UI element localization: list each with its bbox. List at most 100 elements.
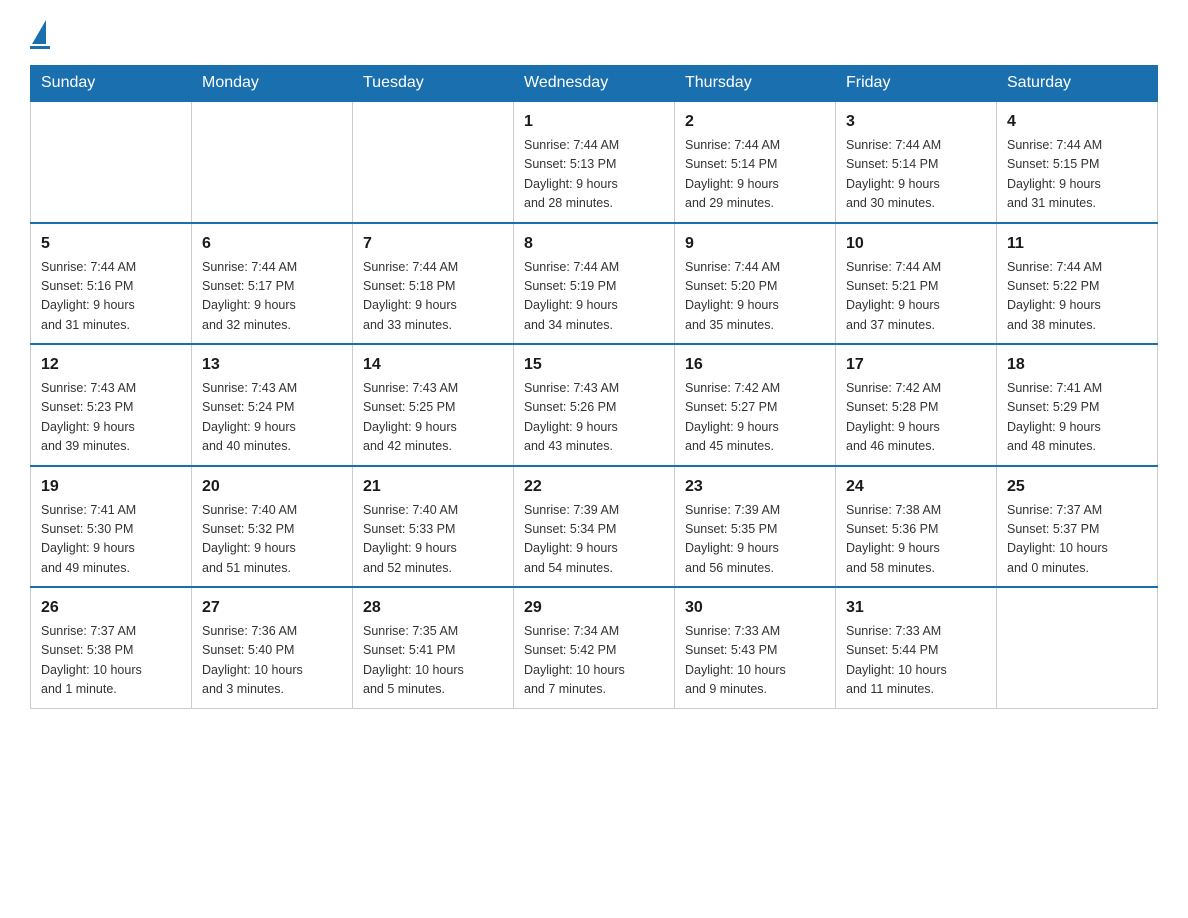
header-monday: Monday [192,66,353,102]
logo-text [30,20,50,44]
day-info: Sunrise: 7:44 AM Sunset: 5:15 PM Dayligh… [1007,136,1147,214]
day-info: Sunrise: 7:44 AM Sunset: 5:22 PM Dayligh… [1007,258,1147,336]
calendar-cell: 7Sunrise: 7:44 AM Sunset: 5:18 PM Daylig… [353,223,514,345]
day-info: Sunrise: 7:38 AM Sunset: 5:36 PM Dayligh… [846,501,986,579]
day-number: 10 [846,232,986,256]
day-info: Sunrise: 7:35 AM Sunset: 5:41 PM Dayligh… [363,622,503,700]
day-number: 7 [363,232,503,256]
calendar-cell: 18Sunrise: 7:41 AM Sunset: 5:29 PM Dayli… [997,344,1158,466]
calendar-cell: 13Sunrise: 7:43 AM Sunset: 5:24 PM Dayli… [192,344,353,466]
calendar-cell: 19Sunrise: 7:41 AM Sunset: 5:30 PM Dayli… [31,466,192,588]
logo-underline [30,46,50,49]
day-number: 9 [685,232,825,256]
day-number: 24 [846,475,986,499]
day-info: Sunrise: 7:44 AM Sunset: 5:14 PM Dayligh… [685,136,825,214]
calendar-cell: 11Sunrise: 7:44 AM Sunset: 5:22 PM Dayli… [997,223,1158,345]
day-number: 16 [685,353,825,377]
calendar-cell [353,101,514,223]
day-number: 1 [524,110,664,134]
header-saturday: Saturday [997,66,1158,102]
day-info: Sunrise: 7:33 AM Sunset: 5:43 PM Dayligh… [685,622,825,700]
calendar-cell: 22Sunrise: 7:39 AM Sunset: 5:34 PM Dayli… [514,466,675,588]
day-number: 28 [363,596,503,620]
weekday-header-row: Sunday Monday Tuesday Wednesday Thursday… [31,66,1158,102]
day-info: Sunrise: 7:44 AM Sunset: 5:20 PM Dayligh… [685,258,825,336]
day-number: 27 [202,596,342,620]
day-info: Sunrise: 7:44 AM Sunset: 5:16 PM Dayligh… [41,258,181,336]
day-number: 4 [1007,110,1147,134]
header-sunday: Sunday [31,66,192,102]
calendar-cell: 17Sunrise: 7:42 AM Sunset: 5:28 PM Dayli… [836,344,997,466]
calendar-cell: 23Sunrise: 7:39 AM Sunset: 5:35 PM Dayli… [675,466,836,588]
logo-triangle-icon [32,20,46,44]
day-info: Sunrise: 7:41 AM Sunset: 5:30 PM Dayligh… [41,501,181,579]
calendar-cell: 1Sunrise: 7:44 AM Sunset: 5:13 PM Daylig… [514,101,675,223]
day-info: Sunrise: 7:37 AM Sunset: 5:38 PM Dayligh… [41,622,181,700]
day-number: 3 [846,110,986,134]
day-number: 26 [41,596,181,620]
day-info: Sunrise: 7:37 AM Sunset: 5:37 PM Dayligh… [1007,501,1147,579]
page-header [30,20,1158,49]
calendar-cell: 2Sunrise: 7:44 AM Sunset: 5:14 PM Daylig… [675,101,836,223]
day-info: Sunrise: 7:42 AM Sunset: 5:27 PM Dayligh… [685,379,825,457]
calendar-cell: 12Sunrise: 7:43 AM Sunset: 5:23 PM Dayli… [31,344,192,466]
day-info: Sunrise: 7:40 AM Sunset: 5:32 PM Dayligh… [202,501,342,579]
day-number: 20 [202,475,342,499]
day-number: 19 [41,475,181,499]
day-info: Sunrise: 7:40 AM Sunset: 5:33 PM Dayligh… [363,501,503,579]
calendar-cell: 31Sunrise: 7:33 AM Sunset: 5:44 PM Dayli… [836,587,997,708]
calendar-cell: 9Sunrise: 7:44 AM Sunset: 5:20 PM Daylig… [675,223,836,345]
calendar-header: Sunday Monday Tuesday Wednesday Thursday… [31,66,1158,102]
day-number: 14 [363,353,503,377]
day-info: Sunrise: 7:44 AM Sunset: 5:14 PM Dayligh… [846,136,986,214]
calendar-cell: 6Sunrise: 7:44 AM Sunset: 5:17 PM Daylig… [192,223,353,345]
day-info: Sunrise: 7:44 AM Sunset: 5:19 PM Dayligh… [524,258,664,336]
day-info: Sunrise: 7:43 AM Sunset: 5:25 PM Dayligh… [363,379,503,457]
day-info: Sunrise: 7:33 AM Sunset: 5:44 PM Dayligh… [846,622,986,700]
calendar-cell: 20Sunrise: 7:40 AM Sunset: 5:32 PM Dayli… [192,466,353,588]
day-info: Sunrise: 7:36 AM Sunset: 5:40 PM Dayligh… [202,622,342,700]
day-number: 11 [1007,232,1147,256]
day-number: 6 [202,232,342,256]
header-friday: Friday [836,66,997,102]
day-number: 21 [363,475,503,499]
day-number: 15 [524,353,664,377]
day-number: 29 [524,596,664,620]
calendar-cell: 26Sunrise: 7:37 AM Sunset: 5:38 PM Dayli… [31,587,192,708]
day-number: 8 [524,232,664,256]
calendar-week-row: 1Sunrise: 7:44 AM Sunset: 5:13 PM Daylig… [31,101,1158,223]
day-number: 12 [41,353,181,377]
calendar-cell [31,101,192,223]
header-wednesday: Wednesday [514,66,675,102]
day-info: Sunrise: 7:44 AM Sunset: 5:13 PM Dayligh… [524,136,664,214]
calendar-cell: 24Sunrise: 7:38 AM Sunset: 5:36 PM Dayli… [836,466,997,588]
calendar-week-row: 12Sunrise: 7:43 AM Sunset: 5:23 PM Dayli… [31,344,1158,466]
header-thursday: Thursday [675,66,836,102]
calendar-cell: 3Sunrise: 7:44 AM Sunset: 5:14 PM Daylig… [836,101,997,223]
calendar-cell: 28Sunrise: 7:35 AM Sunset: 5:41 PM Dayli… [353,587,514,708]
calendar-week-row: 5Sunrise: 7:44 AM Sunset: 5:16 PM Daylig… [31,223,1158,345]
day-info: Sunrise: 7:43 AM Sunset: 5:26 PM Dayligh… [524,379,664,457]
day-info: Sunrise: 7:44 AM Sunset: 5:17 PM Dayligh… [202,258,342,336]
day-number: 2 [685,110,825,134]
calendar-cell: 30Sunrise: 7:33 AM Sunset: 5:43 PM Dayli… [675,587,836,708]
day-number: 18 [1007,353,1147,377]
day-number: 25 [1007,475,1147,499]
calendar-cell: 5Sunrise: 7:44 AM Sunset: 5:16 PM Daylig… [31,223,192,345]
calendar-cell: 14Sunrise: 7:43 AM Sunset: 5:25 PM Dayli… [353,344,514,466]
header-tuesday: Tuesday [353,66,514,102]
calendar-table: Sunday Monday Tuesday Wednesday Thursday… [30,65,1158,709]
calendar-cell: 8Sunrise: 7:44 AM Sunset: 5:19 PM Daylig… [514,223,675,345]
day-number: 22 [524,475,664,499]
calendar-cell: 15Sunrise: 7:43 AM Sunset: 5:26 PM Dayli… [514,344,675,466]
calendar-cell [997,587,1158,708]
day-info: Sunrise: 7:42 AM Sunset: 5:28 PM Dayligh… [846,379,986,457]
calendar-cell: 4Sunrise: 7:44 AM Sunset: 5:15 PM Daylig… [997,101,1158,223]
day-info: Sunrise: 7:43 AM Sunset: 5:24 PM Dayligh… [202,379,342,457]
calendar-body: 1Sunrise: 7:44 AM Sunset: 5:13 PM Daylig… [31,101,1158,708]
calendar-cell: 25Sunrise: 7:37 AM Sunset: 5:37 PM Dayli… [997,466,1158,588]
day-number: 5 [41,232,181,256]
day-number: 23 [685,475,825,499]
day-info: Sunrise: 7:39 AM Sunset: 5:34 PM Dayligh… [524,501,664,579]
day-info: Sunrise: 7:44 AM Sunset: 5:18 PM Dayligh… [363,258,503,336]
